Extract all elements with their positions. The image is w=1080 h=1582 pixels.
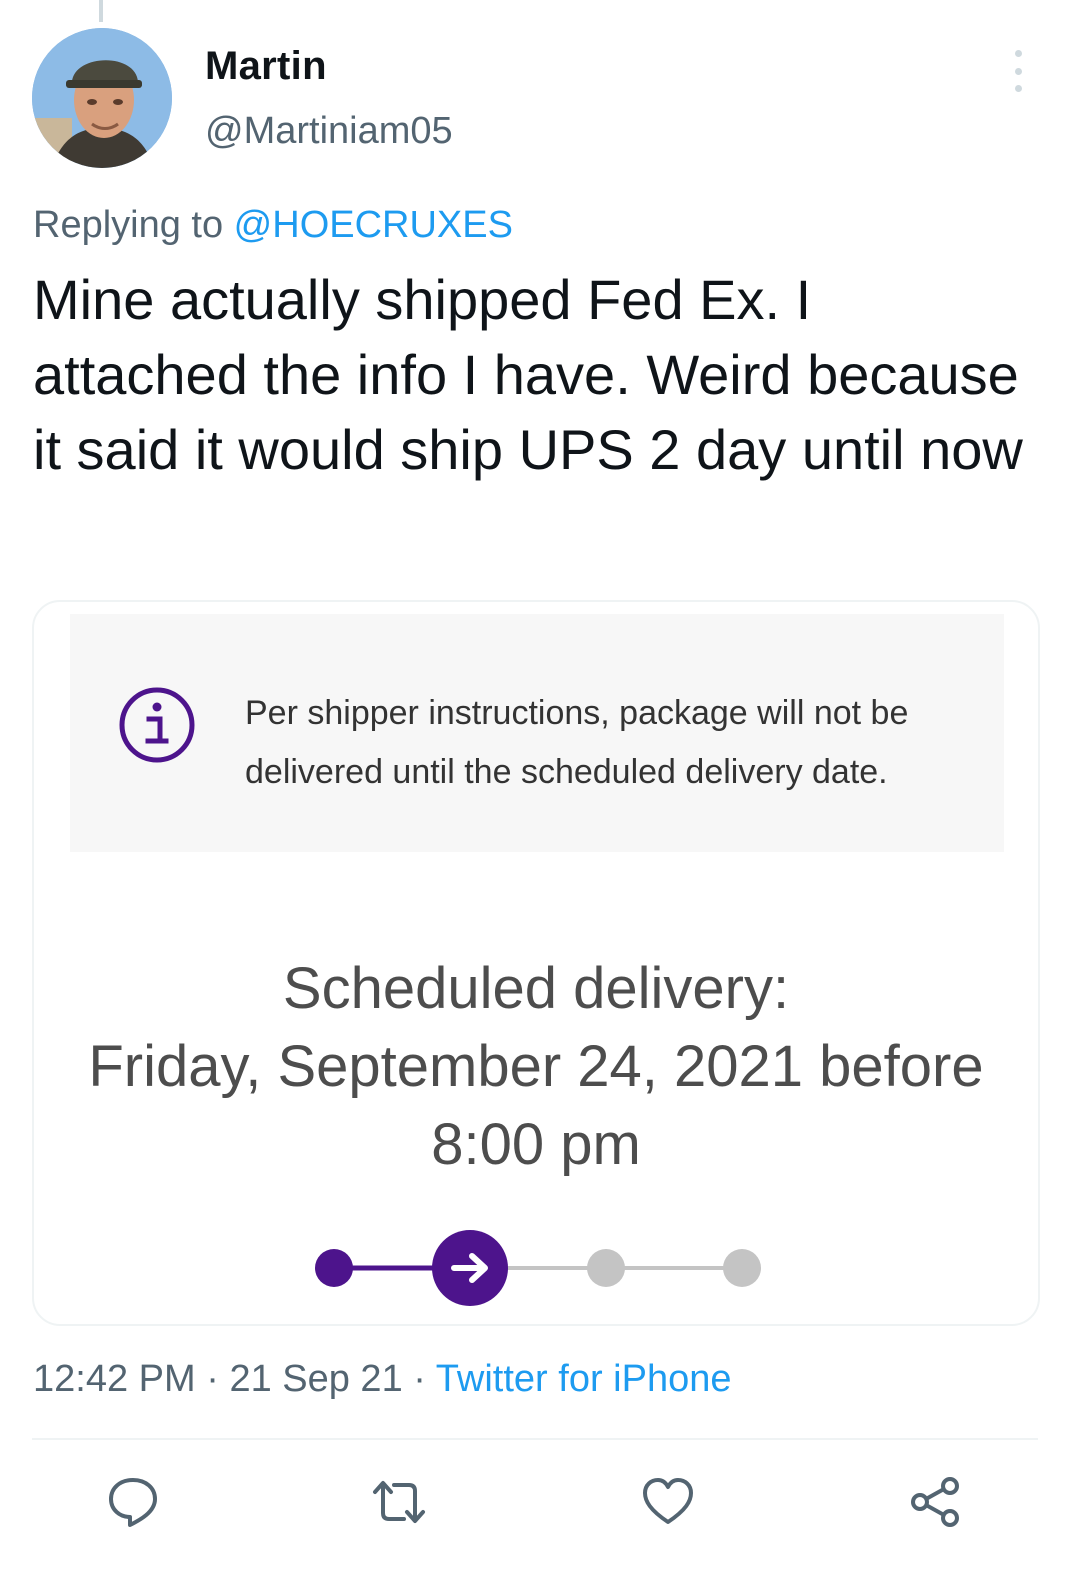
scheduled-delivery-time: 8:00 pm — [431, 1112, 641, 1177]
replying-to-mention[interactable]: @HOECRUXES — [234, 204, 513, 246]
tweet-source[interactable]: Twitter for iPhone — [436, 1358, 732, 1400]
scheduled-delivery: Scheduled delivery: Friday, September 24… — [34, 950, 1038, 1184]
avatar-image — [32, 28, 172, 168]
progress-step — [587, 1249, 625, 1287]
share-button[interactable] — [908, 1475, 962, 1529]
progress-step — [315, 1249, 353, 1287]
shipment-progress-tracker — [34, 1222, 1038, 1322]
progress-step — [723, 1249, 761, 1287]
author-display-name[interactable]: Martin — [205, 44, 327, 89]
info-icon — [118, 686, 196, 764]
meta-separator: · — [195, 1358, 230, 1400]
reply-icon — [109, 1478, 157, 1527]
share-icon — [911, 1477, 959, 1527]
replying-to-line: Replying to @HOECRUXES — [33, 204, 513, 247]
like-button[interactable] — [641, 1475, 695, 1529]
attached-image[interactable]: Per shipper instructions, package will n… — [32, 600, 1040, 1326]
reply-button[interactable] — [106, 1475, 160, 1529]
progress-step-current — [432, 1230, 508, 1306]
avatar[interactable] — [32, 28, 172, 168]
more-dot — [1014, 50, 1022, 57]
tweet-time[interactable]: 12:42 PM — [33, 1358, 196, 1400]
more-options-icon[interactable] — [1000, 50, 1036, 92]
notice-text: Per shipper instructions, package will n… — [245, 694, 909, 791]
more-dot — [1014, 67, 1022, 75]
replying-to-label: Replying to — [33, 204, 234, 246]
scheduled-delivery-date: Friday, September 24, 2021 before — [88, 1034, 984, 1099]
delivery-notice: Per shipper instructions, package will n… — [70, 614, 1004, 852]
scheduled-delivery-label: Scheduled delivery: — [282, 956, 790, 1021]
more-dot — [1014, 85, 1022, 92]
heart-icon — [643, 1478, 693, 1524]
divider — [32, 1438, 1038, 1440]
thread-connector-line — [99, 0, 103, 22]
tweet-metadata: 12:42 PM · 21 Sep 21 · Twitter for iPhon… — [33, 1358, 731, 1401]
tweet-date[interactable]: 21 Sep 21 — [229, 1358, 402, 1400]
tweet-text: Mine actually shipped Fed Ex. I attached… — [33, 268, 1023, 481]
author-handle[interactable]: @Martiniam05 — [205, 110, 453, 153]
meta-separator: · — [402, 1358, 436, 1400]
retweet-button[interactable] — [372, 1475, 426, 1529]
retweet-icon — [373, 1481, 425, 1523]
